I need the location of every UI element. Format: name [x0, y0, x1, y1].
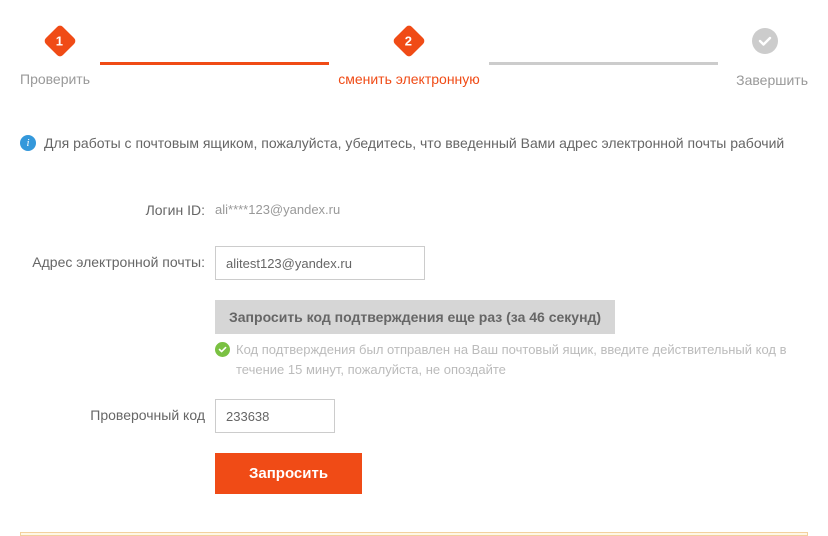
step-finish: Завершить — [718, 28, 808, 88]
step-verify: 1 Проверить — [20, 29, 100, 87]
stepper: 1 Проверить 2 сменить электронную Заверш… — [0, 0, 828, 88]
step-label-2: сменить электронную — [338, 71, 480, 87]
row-login: Логин ID: ali****123@yandex.ru — [20, 194, 808, 226]
form: Логин ID: ali****123@yandex.ru Адрес эле… — [0, 194, 828, 494]
step-num-1: 1 — [56, 33, 63, 48]
bottom-bar — [20, 532, 808, 536]
notice: i Для работы с почтовым ящиком, пожалуйс… — [0, 133, 828, 154]
step-label-1: Проверить — [20, 71, 90, 87]
email-label: Адрес электронной почты: — [20, 246, 215, 278]
step-label-3: Завершить — [736, 72, 808, 88]
connector-2 — [489, 62, 718, 65]
step-num-2: 2 — [405, 33, 412, 48]
submit-button[interactable]: Запросить — [215, 453, 362, 494]
check-icon — [752, 28, 778, 54]
row-resend: Запросить код подтверждения еще раз (за … — [20, 300, 808, 379]
step-marker-1: 1 — [43, 24, 77, 58]
code-label: Проверочный код — [20, 399, 215, 431]
notice-text: Для работы с почтовым ящиком, пожалуйста… — [44, 133, 784, 154]
login-value: ali****123@yandex.ru — [215, 202, 340, 217]
info-icon: i — [20, 135, 36, 151]
email-input[interactable] — [215, 246, 425, 280]
resend-code-button[interactable]: Запросить код подтверждения еще раз (за … — [215, 300, 615, 334]
row-email: Адрес электронной почты: — [20, 246, 808, 280]
code-input[interactable] — [215, 399, 335, 433]
sent-line: Код подтверждения был отправлен на Ваш п… — [215, 340, 808, 379]
login-label: Логин ID: — [20, 194, 215, 226]
success-icon — [215, 342, 230, 357]
sent-text: Код подтверждения был отправлен на Ваш п… — [236, 340, 808, 379]
row-submit: Запросить — [20, 453, 808, 494]
step-marker-2: 2 — [392, 24, 426, 58]
connector-1 — [100, 62, 329, 65]
row-code: Проверочный код — [20, 399, 808, 433]
step-change-email: 2 сменить электронную — [329, 29, 489, 87]
